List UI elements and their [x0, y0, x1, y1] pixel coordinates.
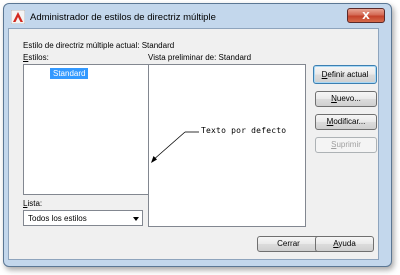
- current-style-label: Estilo de directriz múltiple actual: Sta…: [23, 41, 175, 50]
- set-current-button[interactable]: Definir actual: [313, 65, 377, 84]
- delete-button[interactable]: Suprimir: [315, 137, 377, 153]
- chevron-down-icon[interactable]: [133, 217, 139, 221]
- close-button[interactable]: Cerrar: [257, 236, 320, 252]
- preview-leader-text: Texto por defecto: [201, 126, 287, 135]
- close-window-button[interactable]: X: [347, 8, 385, 23]
- styles-label-text: stilos:: [28, 53, 49, 62]
- modify-button[interactable]: Modificar...: [315, 114, 377, 130]
- window-title: Administrador de estilos de directriz mú…: [30, 12, 216, 23]
- new-button[interactable]: Nuevo...: [315, 91, 377, 107]
- styles-listbox[interactable]: Standard: [23, 64, 152, 195]
- list-item-standard[interactable]: Standard: [50, 68, 89, 79]
- preview-label: Vista preliminar de: Standard: [148, 53, 252, 62]
- autocad-app-icon: [11, 10, 25, 24]
- list-filter-value: Todos los estilos: [28, 214, 87, 223]
- list-filter-select[interactable]: Todos los estilos: [23, 210, 143, 226]
- list-filter-label-text: ista:: [27, 199, 43, 208]
- styles-label: Estilos:: [23, 53, 49, 62]
- title-bar[interactable]: Administrador de estilos de directriz mú…: [4, 4, 391, 29]
- list-filter-label: Lista:: [23, 199, 42, 208]
- help-button[interactable]: Ayuda: [315, 236, 374, 252]
- preview-pane: Texto por defecto: [148, 64, 306, 227]
- leader-arrow-graphic: [151, 131, 199, 163]
